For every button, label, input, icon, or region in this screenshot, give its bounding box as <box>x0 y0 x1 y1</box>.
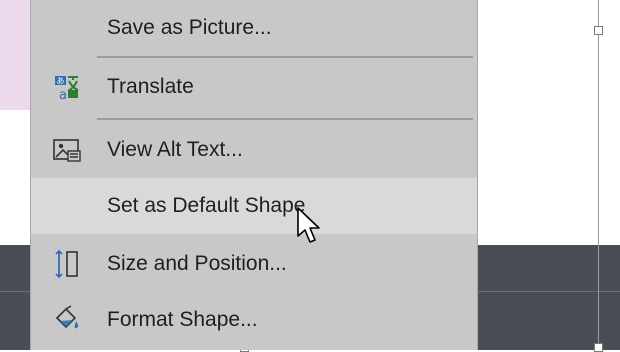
slide-background-white <box>0 110 30 245</box>
menu-separator <box>97 118 473 120</box>
menu-item-label: Set as Default Shape <box>107 194 306 217</box>
alt-text-icon <box>49 132 85 168</box>
menu-item-label: Save as Picture... <box>107 16 272 39</box>
menu-item-label: Size and Position... <box>107 252 287 275</box>
shape-resize-handle[interactable] <box>594 26 603 35</box>
size-position-icon <box>49 246 85 282</box>
menu-item-translate[interactable]: あ a Translate <box>31 59 477 115</box>
menu-item-size-and-position[interactable]: Size and Position... <box>31 236 477 292</box>
menu-item-set-as-default-shape[interactable]: Set as Default Shape <box>31 178 477 234</box>
shape-resize-handle[interactable] <box>594 343 603 352</box>
menu-item-label: Translate <box>107 75 194 98</box>
context-menu: Save as Picture... あ a Translate View Al… <box>30 0 478 350</box>
menu-item-label: View Alt Text... <box>107 138 243 161</box>
svg-text:a: a <box>59 88 67 101</box>
svg-text:あ: あ <box>57 77 65 86</box>
menu-item-label: Format Shape... <box>107 308 258 331</box>
menu-separator <box>97 56 473 58</box>
translate-icon: あ a <box>49 69 85 105</box>
slide-background-pink <box>0 0 30 110</box>
menu-item-save-as-picture[interactable]: Save as Picture... <box>31 0 477 56</box>
format-shape-icon <box>49 302 85 338</box>
mouse-pointer-icon <box>296 206 322 248</box>
menu-item-view-alt-text[interactable]: View Alt Text... <box>31 122 477 178</box>
menu-item-format-shape[interactable]: Format Shape... <box>31 292 477 348</box>
shape-selection-border <box>598 0 599 350</box>
